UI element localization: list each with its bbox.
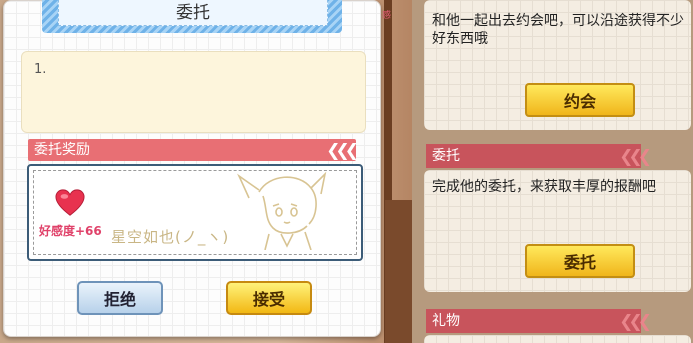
chevron-decoration-icon: ❮❮❮ — [326, 141, 359, 161]
affinity-reward: 好感度+66 — [39, 224, 102, 238]
reject-button[interactable]: 拒绝 — [77, 281, 163, 315]
commission-card-text: 完成他的委托，来获取丰厚的报酬吧 — [432, 179, 656, 195]
description-text: 1. — [34, 62, 47, 77]
chevron-decoration-icon: ❮❮❮ — [619, 312, 652, 332]
date-card: 和他一起出去约会吧，可以沿途获得不少好东西哦 约会 — [424, 0, 691, 130]
commission-button[interactable]: 委托 — [525, 244, 635, 278]
description-box: 1. — [21, 51, 366, 133]
gift-section-header: 礼物 ❮❮❮ — [426, 309, 652, 333]
watermark-text: 星空如也(ノ_ヽ) — [111, 228, 230, 246]
heart-icon — [55, 188, 85, 218]
gift-section-label: 礼物 — [432, 313, 460, 329]
dialog-title: 委托 — [176, 2, 210, 23]
accept-button[interactable]: 接受 — [226, 281, 312, 315]
date-card-text: 和他一起出去约会吧，可以沿途获得不少好东西哦 — [432, 13, 684, 47]
date-button[interactable]: 约会 — [525, 83, 635, 117]
reward-section-label: 委托奖励 — [34, 142, 90, 158]
chevron-decoration-icon: ❮❮❮ — [619, 147, 652, 167]
dialog-title-tab: 委托 — [42, 0, 342, 33]
commission-section-header: 委托 ❮❮❮ — [426, 144, 652, 168]
commission-card: 完成他的委托，来获取丰厚的报酬吧 委托 — [424, 170, 691, 292]
character-sketch-image — [229, 168, 339, 251]
gift-card — [424, 335, 691, 343]
commission-dialog: 委托 1. 委托奖励 ❮❮❮ 好感度+66 星空如也(ノ_ヽ) 拒绝 接受 — [3, 0, 381, 337]
reward-panel: 好感度+66 星空如也(ノ_ヽ) — [27, 164, 363, 261]
reward-section-header: 委托奖励 ❮❮❮ — [28, 139, 359, 161]
character-actions-panel: 和他一起出去约会吧，可以沿途获得不少好东西哦 约会 委托 ❮❮❮ 完成他的委托，… — [412, 0, 693, 343]
commission-section-label: 委托 — [432, 148, 460, 164]
